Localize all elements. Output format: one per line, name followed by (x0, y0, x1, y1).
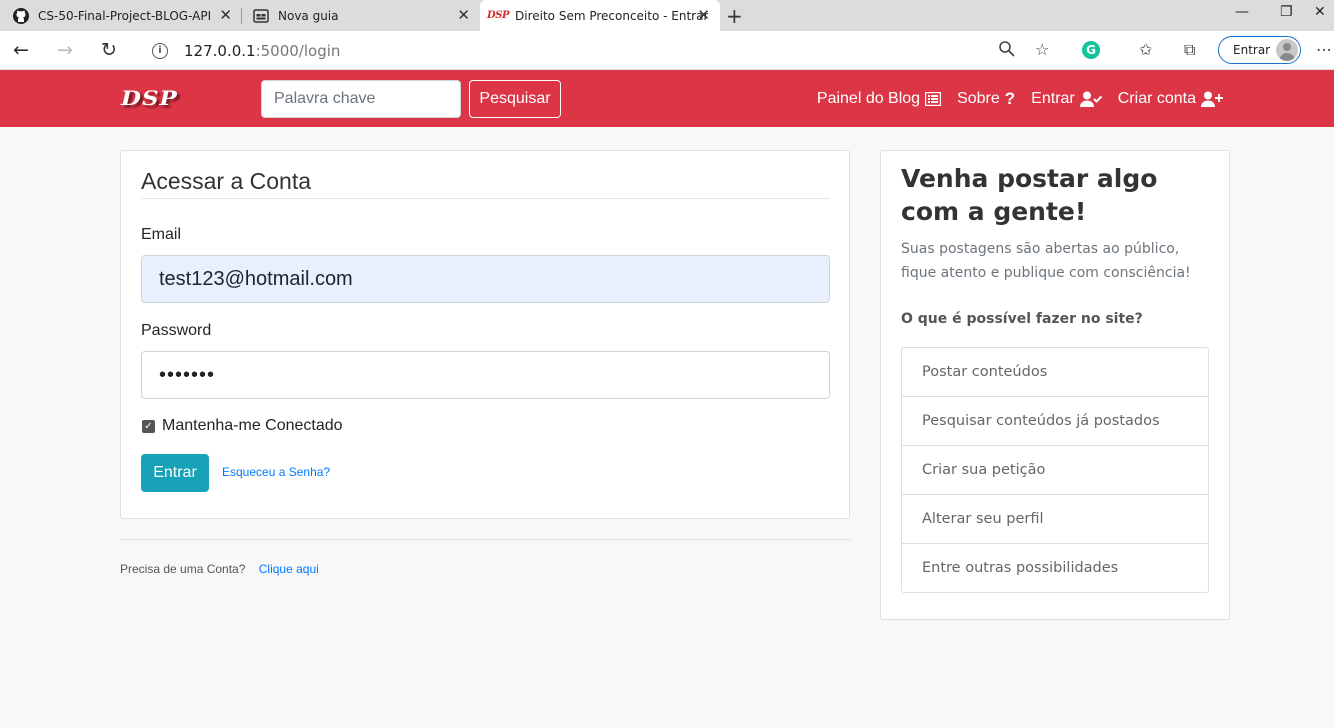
remember-label[interactable]: Mantenha-me Conectado (162, 417, 343, 435)
site-logo[interactable]: DSP (121, 87, 178, 110)
favorite-star-icon[interactable]: ☆ (1035, 40, 1049, 59)
nav-link-label: Criar conta (1117, 89, 1196, 107)
close-window-icon[interactable]: ✕ (1314, 4, 1326, 20)
site-info-icon[interactable]: i (152, 42, 168, 59)
tab-title: Nova guia (278, 8, 339, 23)
email-label: Email (141, 226, 182, 243)
tab-title: CS-50-Final-Project-BLOG-APP/a (38, 8, 210, 23)
favorites-list-icon[interactable]: ✩ (1139, 40, 1152, 59)
close-tab-icon[interactable]: ✕ (697, 7, 710, 23)
site-navbar: DSP Pesquisar Painel do Blog Sobre ? Ent… (0, 70, 1334, 127)
forgot-password-link[interactable]: Esqueceu a Senha? (222, 465, 330, 479)
search-icon[interactable] (998, 40, 1016, 62)
list-item: Pesquisar conteúdos já postados (902, 396, 1208, 445)
list-item: Postar conteúdos (922, 364, 1048, 380)
browser-address-bar: ← → ↻ i 127.0.0.1:5000/login ☆ G ✩ ⧉ Ent… (0, 31, 1334, 70)
url-path: :5000/login (255, 41, 341, 60)
browser-tab-active[interactable]: DSP Direito Sem Preconceito - Entrar ✕ (480, 0, 720, 31)
divider (120, 539, 851, 540)
user-check-icon (1079, 91, 1102, 107)
browser-tab-bar: CS-50-Final-Project-BLOG-APP/a ✕ Nova gu… (0, 0, 1334, 31)
more-options-icon[interactable]: ⋯ (1316, 40, 1332, 59)
nav-link-sobre[interactable]: Sobre ? (957, 89, 1015, 109)
grammarly-extension-icon[interactable]: G (1082, 41, 1100, 59)
question-icon: ? (1004, 88, 1016, 108)
need-account-text: Precisa de uma Conta? (120, 562, 246, 576)
nav-link-painel[interactable]: Painel do Blog (816, 89, 942, 108)
email-field[interactable] (141, 255, 830, 303)
collections-icon[interactable]: ⧉ (1184, 40, 1195, 60)
profile-label: Entrar (1233, 43, 1271, 57)
features-list: Postar conteúdos Pesquisar conteúdos já … (901, 347, 1209, 593)
avatar (1276, 39, 1298, 61)
password-field[interactable] (141, 351, 830, 399)
back-icon[interactable]: ← (13, 39, 29, 61)
login-legend: Acessar a Conta (141, 168, 830, 199)
list-item: Entre outras possibilidades (902, 543, 1208, 592)
close-tab-icon[interactable]: ✕ (219, 7, 232, 23)
minimize-icon[interactable]: — (1235, 4, 1249, 20)
browser-tab-nova-guia[interactable]: Nova guia ✕ (242, 0, 480, 31)
login-card: Acessar a Conta Email Password ✓ Mantenh… (120, 150, 850, 519)
nav-links: Painel do Blog Sobre ? Entrar Criar cont… (801, 70, 1223, 127)
nav-link-label: Entrar (1031, 89, 1075, 107)
login-submit-button[interactable]: Entrar (141, 454, 209, 492)
browser-tab-github[interactable]: CS-50-Final-Project-BLOG-APP/a ✕ (0, 0, 242, 31)
sidebar-card: Venha postar algo com a gente! Suas post… (880, 150, 1230, 620)
sidebar-text: Suas postagens são abertas ao público, f… (901, 241, 1191, 281)
url-host: 127.0.0.1 (184, 41, 256, 60)
need-account-row: Precisa de uma Conta? Clique aqui (120, 562, 319, 576)
search-input[interactable] (261, 80, 461, 118)
refresh-icon[interactable]: ↻ (101, 39, 117, 61)
nav-link-label: Sobre (957, 89, 1000, 107)
remember-checkbox[interactable]: ✓ (142, 420, 155, 433)
nav-link-criar-conta[interactable]: Criar conta (1118, 90, 1223, 108)
new-tab-icon[interactable]: + (726, 4, 743, 28)
list-icon (925, 91, 942, 106)
restore-icon[interactable]: ❐ (1280, 4, 1293, 20)
github-icon (13, 7, 29, 24)
url-field[interactable]: i 127.0.0.1:5000/login (140, 35, 1060, 66)
new-tab-page-icon (253, 8, 269, 24)
user-plus-icon (1201, 91, 1223, 107)
signup-link[interactable]: Clique aqui (259, 562, 319, 576)
dsp-favicon: DSP (487, 10, 509, 21)
nav-link-label: Painel do Blog (816, 89, 921, 107)
sidebar-subtitle: O que é possível fazer no site? (901, 311, 1143, 327)
profile-button[interactable]: Entrar (1218, 36, 1301, 64)
forward-icon[interactable]: → (57, 39, 73, 61)
list-item: Alterar seu perfil (902, 494, 1208, 543)
nav-link-entrar[interactable]: Entrar (1031, 90, 1102, 108)
password-label: Password (141, 322, 212, 339)
sidebar-title: Venha postar algo com a gente! (901, 164, 1158, 226)
list-item: Criar sua petição (902, 445, 1208, 494)
tab-title: Direito Sem Preconceito - Entrar (515, 8, 709, 23)
search-button[interactable]: Pesquisar (469, 80, 561, 118)
close-tab-icon[interactable]: ✕ (457, 7, 470, 23)
